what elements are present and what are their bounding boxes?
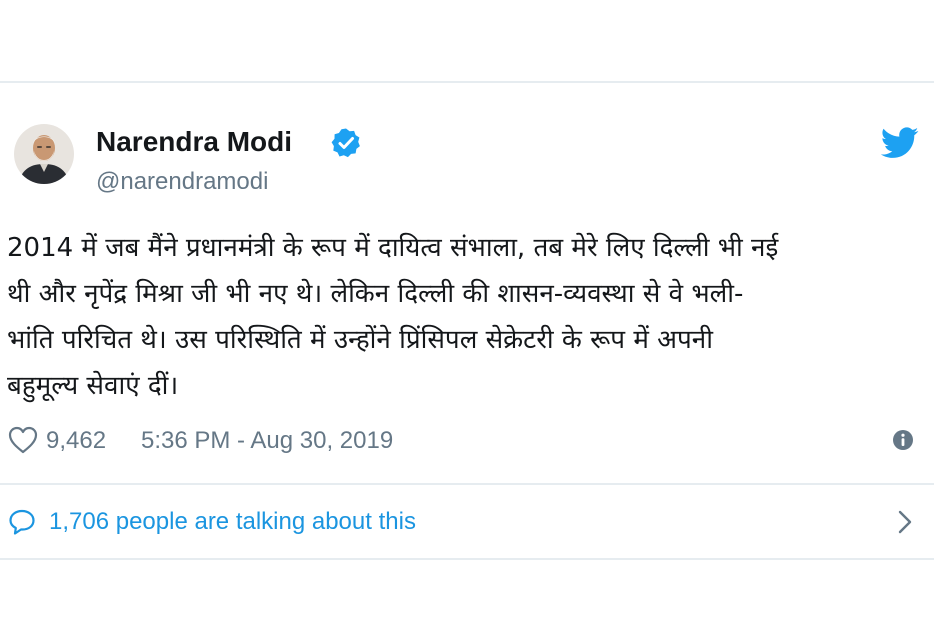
tweet-line: थी और नृपेंद्र मिश्रा जी भी नए थे। लेकिन…: [7, 279, 744, 309]
twitter-bird-icon[interactable]: [881, 127, 919, 159]
verified-badge-icon: [331, 128, 360, 158]
tweet-line: 2014 में जब मैंने प्रधानमंत्री के रूप मे…: [7, 233, 779, 263]
chevron-right-icon[interactable]: [896, 509, 914, 535]
top-divider: [0, 81, 934, 83]
profile-photo-icon: [14, 124, 74, 184]
speech-bubble-icon: [9, 509, 35, 535]
like-count[interactable]: 9,462: [46, 424, 106, 458]
tweet-timestamp[interactable]: 5:36 PM - Aug 30, 2019: [141, 424, 393, 458]
author-handle[interactable]: @narendramodi: [96, 167, 268, 197]
tweet-line: भांति परिचित थे। उस परिस्थिति में उन्हों…: [7, 325, 713, 355]
tweet-meta: 9,462 5:36 PM - Aug 30, 2019: [8, 424, 928, 458]
avatar[interactable]: [14, 124, 74, 184]
tweet-line: बहुमूल्य सेवाएं दीं।: [7, 371, 179, 401]
conversation-label[interactable]: 1,706 people are talking about this: [49, 504, 416, 540]
conversation-link[interactable]: 1,706 people are talking about this: [8, 504, 920, 540]
bottom-divider: [0, 558, 934, 560]
middle-divider: [0, 483, 934, 485]
heart-icon[interactable]: [8, 426, 38, 454]
author-name[interactable]: Narendra Modi: [96, 124, 292, 160]
tweet-text: 2014 में जब मैंने प्रधानमंत्री के रूप मे…: [7, 225, 927, 409]
info-icon[interactable]: [892, 429, 914, 451]
